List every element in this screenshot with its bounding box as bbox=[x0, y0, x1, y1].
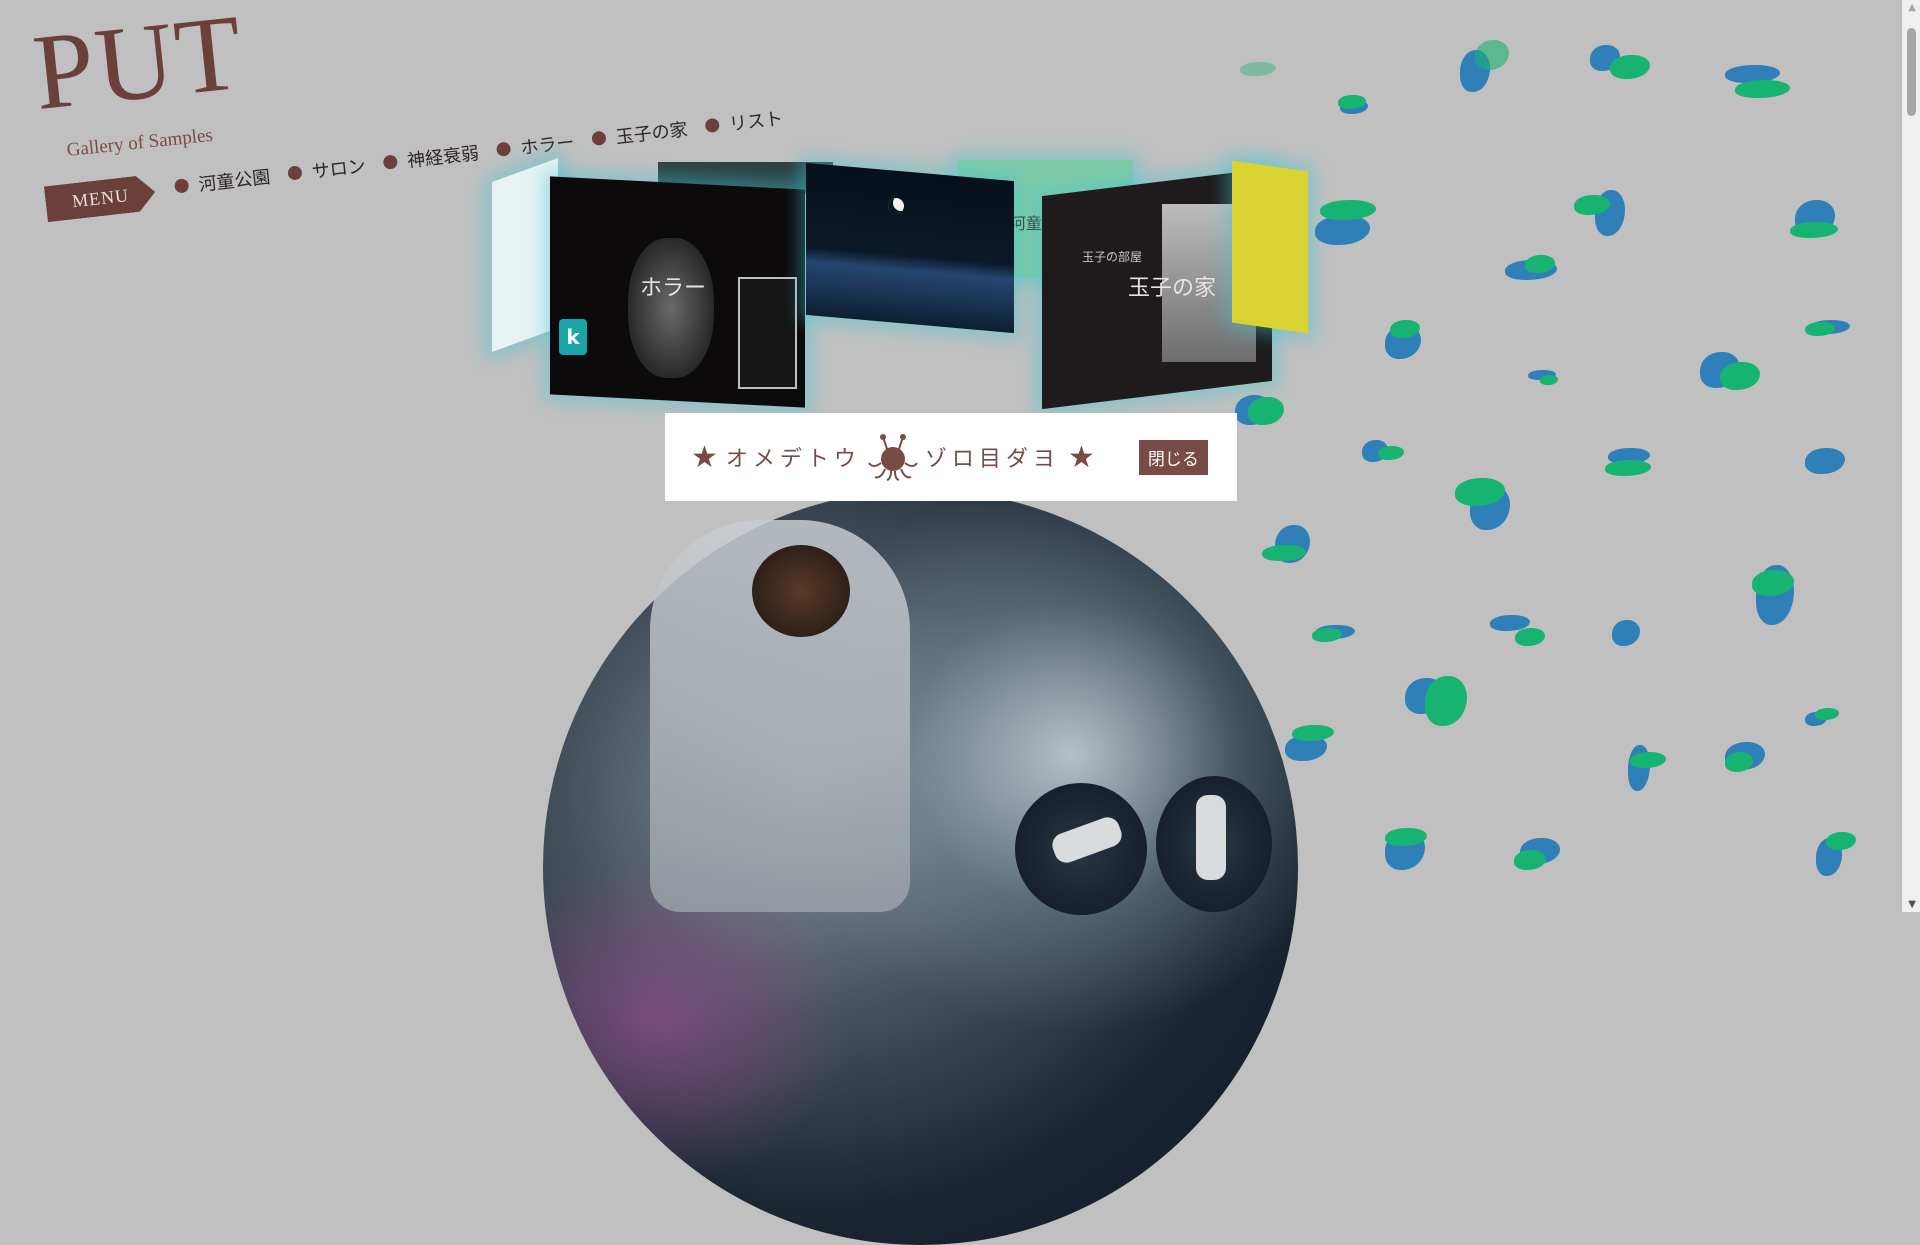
blob-shape bbox=[1514, 850, 1546, 870]
nav-item-egg-house[interactable]: 玉子の家 bbox=[591, 115, 689, 152]
blob-shape bbox=[1515, 628, 1545, 646]
blob-shape bbox=[1475, 40, 1509, 70]
dialog-right-text: ゾロ目ダヨ bbox=[924, 447, 1060, 472]
blob-shape bbox=[1610, 55, 1650, 79]
nav-item-salon[interactable]: サロン bbox=[287, 152, 367, 187]
bullet-dot-icon bbox=[173, 178, 190, 194]
blob-shape bbox=[1312, 628, 1342, 642]
close-button[interactable]: 閉じる bbox=[1138, 439, 1208, 475]
carousel-card-list[interactable] bbox=[1232, 160, 1308, 334]
star-icon: ★ bbox=[691, 439, 718, 475]
horror-menu-panel bbox=[738, 277, 797, 389]
blob-shape bbox=[1612, 620, 1640, 646]
nav-item-label: ホラー bbox=[519, 132, 576, 160]
blob-shape bbox=[1790, 222, 1838, 238]
moon-icon bbox=[888, 198, 904, 214]
bullet-dot-icon bbox=[704, 117, 720, 134]
blob-shape bbox=[1805, 448, 1845, 474]
blob-shape bbox=[1540, 375, 1558, 385]
blob-shape bbox=[1240, 62, 1276, 76]
scroll-up-arrow-icon[interactable]: ▲ bbox=[1908, 2, 1916, 13]
carousel-card-egg-label: 玉子の家 bbox=[1128, 276, 1217, 301]
blob-shape bbox=[1826, 832, 1856, 850]
scroll-down-arrow-icon[interactable]: ▼ bbox=[1908, 899, 1916, 910]
blob-shape bbox=[1425, 676, 1467, 726]
nav-item-list[interactable]: リスト bbox=[704, 104, 784, 139]
bullet-dot-icon bbox=[287, 165, 303, 181]
bullet-dot-icon bbox=[591, 130, 607, 147]
menu-button[interactable]: MENU bbox=[44, 174, 157, 222]
blob-shape bbox=[1605, 460, 1651, 476]
flying-spaghetti-monster-icon bbox=[868, 434, 918, 481]
blob-shape bbox=[1735, 80, 1790, 98]
star-icon: ★ bbox=[1067, 439, 1095, 475]
nav-item-kappa-park[interactable]: 河童公園 bbox=[173, 163, 271, 200]
blob-shape bbox=[1815, 708, 1839, 720]
dialog-left-text: オメデトウ bbox=[725, 447, 861, 472]
standing-astronaut-image bbox=[1196, 795, 1226, 880]
blob-shape bbox=[1378, 446, 1404, 460]
blob-shape bbox=[1248, 397, 1284, 425]
astronaut-visor bbox=[752, 545, 850, 637]
nav-item-concentration[interactable]: 神経衰弱 bbox=[382, 139, 480, 176]
scrollbar-thumb[interactable] bbox=[1907, 28, 1916, 116]
blob-shape bbox=[1292, 725, 1334, 741]
nav-item-label: リスト bbox=[728, 108, 785, 136]
nav-item-label: 河童公園 bbox=[197, 166, 272, 196]
carousel-card-kappa[interactable] bbox=[492, 157, 558, 353]
blob-shape bbox=[1630, 752, 1666, 768]
brain-image bbox=[628, 238, 714, 378]
carousel-card-salon[interactable] bbox=[806, 162, 1014, 334]
nav-item-label: 玉子の家 bbox=[614, 119, 689, 149]
nav-item-label: 神経衰弱 bbox=[406, 143, 481, 173]
k-logo-icon: k bbox=[559, 319, 587, 355]
egg-small-title: 玉子の部屋 bbox=[1082, 250, 1143, 264]
bullet-dot-icon bbox=[495, 141, 512, 157]
carousel-card-horror-label: ホラー bbox=[640, 276, 707, 301]
result-dialog: ★ オメデトウ ゾロ目ダヨ ★ 閉じる bbox=[665, 413, 1237, 501]
nav-item-horror[interactable]: ホラー bbox=[495, 128, 575, 163]
scrollbar[interactable] bbox=[1902, 0, 1920, 912]
blob-shape bbox=[1720, 362, 1760, 390]
blob-shape bbox=[1320, 200, 1376, 220]
bullet-dot-icon bbox=[382, 154, 399, 170]
nav-item-label: サロン bbox=[310, 155, 367, 183]
